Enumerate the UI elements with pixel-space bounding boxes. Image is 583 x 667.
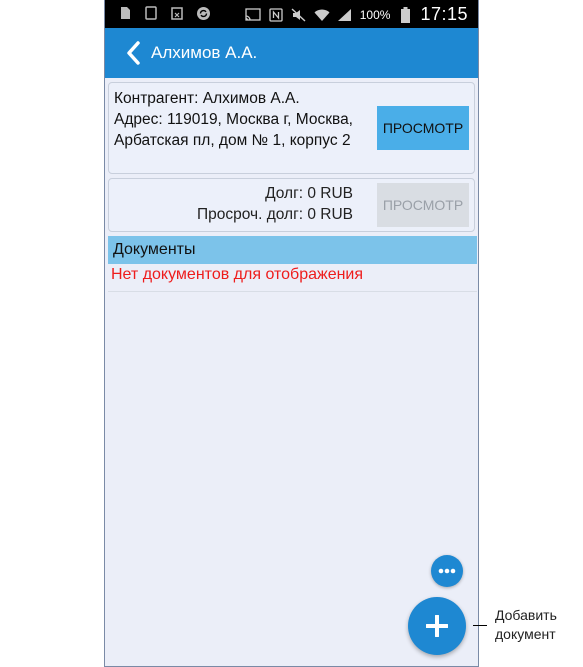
overdue-debt-value: Просроч. долг: 0 RUB [196,206,353,223]
empty-documents-message: Нет документов для отображения [111,266,364,283]
page-title: Алхимов А.А. [151,43,258,62]
counterparty-info: Контрагент: Алхимов А.А. Адрес: 119019, … [114,88,376,151]
battery-icon [397,6,413,23]
sd-card-icon [143,5,159,21]
more-options-button[interactable] [431,555,463,587]
more-dots-icon [438,568,456,574]
counterparty-name: Контрагент: Алхимов А.А. [114,90,300,107]
clipboard-icon [169,5,185,21]
add-document-button[interactable] [408,597,466,655]
mute-icon [291,7,307,23]
wifi-icon [314,7,330,23]
debt-value: Долг: 0 RUB [265,185,353,202]
sync-icon [195,5,211,21]
app-bar: Алхимов А.А. [105,28,478,78]
back-button[interactable] [119,39,147,67]
debt-card: Долг: 0 RUB Просроч. долг: 0 RUB ПРОСМОТ… [108,178,475,232]
clock: 17:15 [420,4,468,24]
divider [108,291,477,292]
notification-icons [117,5,211,21]
plus-icon [426,615,448,637]
phone-screen: 100% 17:15 Алхимов А.А. Контрагент: Алхи… [104,0,479,667]
view-counterparty-button[interactable]: ПРОСМОТР [377,106,469,150]
debt-info: Долг: 0 RUB Просроч. долг: 0 RUB [197,183,353,225]
callout-line1: Добавить [495,607,557,623]
system-icons: 100% 17:15 [245,4,468,25]
signal-icon [337,7,353,23]
back-chevron-icon [127,41,140,65]
cast-icon [245,7,261,23]
callout-line2: документ [495,626,556,642]
callout-line [473,625,487,626]
add-document-callout: Добавить документ [495,606,557,644]
documents-header: Документы [108,236,477,264]
counterparty-address: Адрес: 119019, Москва г, Москва, Арбатск… [114,111,353,149]
nfc-icon [268,7,284,23]
view-debt-button: ПРОСМОТР [377,183,469,227]
sim-card-icon [117,5,133,21]
battery-percent: 100% [359,7,391,22]
status-bar: 100% 17:15 [105,0,478,28]
counterparty-card: Контрагент: Алхимов А.А. Адрес: 119019, … [108,82,475,174]
